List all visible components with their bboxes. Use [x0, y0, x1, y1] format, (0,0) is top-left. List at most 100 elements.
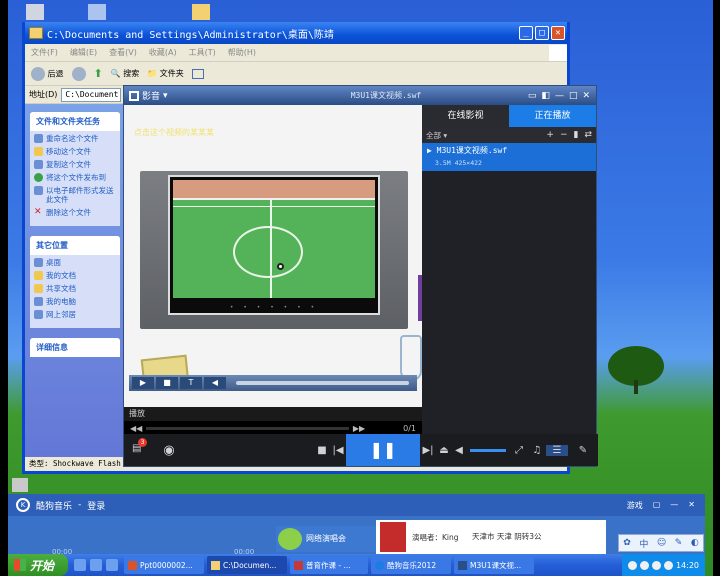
ime-toolbar[interactable]: ✿ 中 ☺ ✎ ◐	[618, 534, 704, 552]
folders-button[interactable]: 📁 文件夹	[147, 68, 184, 79]
task-move[interactable]: 移动这个文件	[34, 147, 116, 156]
list-item[interactable]: ▶ M3U1课文视频.swf 3.5M 425×422	[422, 143, 596, 171]
video-area[interactable]: 点击这个视频的某某某 • • • • • • • ▶ ■ T ◀	[124, 105, 424, 407]
maximize-button[interactable]: □	[535, 26, 549, 40]
rewind-icon[interactable]: ◀◀	[130, 424, 142, 433]
taskbar-item-lesson[interactable]: 普育作课 - ...	[290, 556, 368, 574]
settings-icon[interactable]: ✎	[568, 445, 598, 456]
views-icon[interactable]	[191, 68, 204, 79]
menu-help[interactable]: 帮助(H)	[228, 47, 256, 58]
taskbar-item-explorer[interactable]: C:\Documen...	[207, 556, 287, 574]
minimize-button[interactable]: —	[670, 500, 678, 511]
toolbox-button[interactable]: ▤ 3	[124, 434, 154, 466]
explorer-titlebar[interactable]: C:\Documents and Settings\Administrator\…	[25, 22, 567, 44]
search-button[interactable]: 🔍 搜索	[111, 68, 140, 79]
network-icon[interactable]	[88, 4, 106, 20]
singer-banner[interactable]: 演唱者：King 天津市 天津 阴转3公	[376, 520, 606, 554]
pen-icon[interactable]: ✎	[675, 538, 683, 548]
audio-icon[interactable]: ♫	[528, 445, 546, 456]
close-button[interactable]: ✕	[551, 26, 565, 40]
place-my-documents[interactable]: 我的文档	[34, 271, 116, 280]
flash-progress-track[interactable]	[236, 381, 409, 385]
details-title[interactable]: 详细信息	[30, 338, 120, 357]
tray-icon[interactable]	[651, 560, 661, 570]
remove-icon[interactable]: −	[560, 130, 568, 140]
login-link[interactable]: 登录	[87, 499, 105, 512]
ime-menu-icon[interactable]: ◐	[691, 538, 699, 548]
stop-icon[interactable]: ■	[314, 445, 330, 456]
other-places-title[interactable]: 其它位置	[30, 236, 120, 255]
add-icon[interactable]: +	[546, 130, 554, 140]
flash-stop-icon[interactable]: ■	[156, 377, 178, 389]
task-rename[interactable]: 重命名这个文件	[34, 134, 116, 143]
close-button[interactable]: ✕	[688, 500, 695, 511]
skin-icon[interactable]: ◧	[541, 91, 550, 101]
mini-mode-icon[interactable]: ▭	[528, 91, 537, 101]
next-icon[interactable]: ▶|	[420, 445, 436, 456]
tab-online-video[interactable]: 在线影视	[422, 105, 509, 127]
flash-play-icon[interactable]: ▶	[132, 377, 154, 389]
ie-icon[interactable]	[74, 559, 86, 571]
maximize-button[interactable]: □	[569, 91, 578, 101]
player-titlebar[interactable]: 影音 ▾ M3U1课文视频.swf ▭ ◧ — □ ✕	[124, 86, 596, 105]
eye-icon[interactable]: ◉	[154, 443, 184, 458]
volume-icon[interactable]: ◀	[452, 445, 466, 456]
fast-forward-icon[interactable]: ▶▶	[353, 424, 365, 433]
previous-icon[interactable]: |◀	[330, 445, 346, 456]
fullscreen-icon[interactable]: ⤢	[510, 445, 528, 456]
mini-icon[interactable]: ▢	[653, 500, 661, 511]
games-link[interactable]: 游戏	[627, 500, 643, 511]
volume-slider[interactable]	[470, 448, 506, 452]
place-my-computer[interactable]: 我的电脑	[34, 297, 116, 306]
place-shared-documents[interactable]: 共享文档	[34, 284, 116, 293]
back-button[interactable]: 后退	[31, 66, 64, 81]
start-button[interactable]: 开始	[8, 554, 68, 576]
menu-edit[interactable]: 编辑(E)	[70, 47, 97, 58]
trash-icon[interactable]: ▮	[574, 130, 579, 140]
ime-language[interactable]: 中	[639, 537, 648, 550]
menu-view[interactable]: 查看(V)	[109, 47, 137, 58]
chevron-down-icon[interactable]: ▾	[163, 91, 168, 101]
loop-icon[interactable]: ⇄	[584, 130, 592, 140]
taskbar-item-swf[interactable]: M3U1课文视...	[454, 556, 534, 574]
soccer-field-video[interactable]: • • • • • • •	[168, 175, 380, 315]
playlist-filter[interactable]: 全部 ▾	[426, 130, 447, 141]
up-folder-icon[interactable]: ⬆	[94, 67, 103, 80]
file-tasks-title[interactable]: 文件和文件夹任务	[30, 112, 120, 131]
seek-bar[interactable]	[146, 426, 349, 430]
place-desktop[interactable]: 桌面	[34, 258, 116, 267]
task-publish[interactable]: 将这个文件发布到	[34, 173, 116, 182]
place-network[interactable]: 网上邻居	[34, 310, 116, 319]
tab-now-playing[interactable]: 正在播放	[509, 105, 596, 127]
tray-icon[interactable]	[627, 560, 637, 570]
taskbar-item-ppt[interactable]: Ppt0000002...	[124, 556, 204, 574]
browser-icon[interactable]	[90, 559, 102, 571]
menu-favorites[interactable]: 收藏(A)	[149, 47, 177, 58]
media-icon[interactable]	[106, 559, 118, 571]
task-copy[interactable]: 复制这个文件	[34, 160, 116, 169]
menu-tools[interactable]: 工具(T)	[189, 47, 216, 58]
pause-button[interactable]: ❚❚	[346, 434, 420, 466]
smile-icon[interactable]: ☺	[657, 538, 666, 548]
minimize-button[interactable]: _	[519, 26, 533, 40]
downview-icon[interactable]	[12, 478, 28, 492]
tray-icon[interactable]	[639, 560, 649, 570]
eject-icon[interactable]: ⏏	[436, 445, 452, 456]
paw-icon[interactable]: ✿	[623, 538, 631, 548]
computer-icon[interactable]	[26, 4, 44, 20]
task-delete[interactable]: ✕ 删除这个文件	[34, 208, 116, 218]
forward-icon[interactable]	[71, 66, 86, 81]
menu-file[interactable]: 文件(F)	[31, 47, 58, 58]
address-input[interactable]: C:\Document	[61, 87, 122, 102]
task-email[interactable]: 以电子邮件形式发送此文件	[34, 186, 116, 204]
playlist-icon[interactable]: ☰	[546, 444, 568, 456]
music-titlebar[interactable]: K 酷狗音乐 - 登录 游戏 ▢ — ✕	[8, 494, 705, 516]
flash-sound-icon[interactable]: ◀	[204, 377, 226, 389]
taskbar-item-kugou[interactable]: 酷狗音乐2012	[371, 556, 451, 574]
concert-link[interactable]: 网络演唱会	[276, 526, 376, 552]
clock[interactable]: 14:20	[676, 561, 699, 570]
tray-icon[interactable]	[663, 560, 673, 570]
folder-icon[interactable]	[192, 4, 210, 20]
flash-text-icon[interactable]: T	[180, 377, 202, 389]
minimize-button[interactable]: —	[555, 91, 564, 101]
